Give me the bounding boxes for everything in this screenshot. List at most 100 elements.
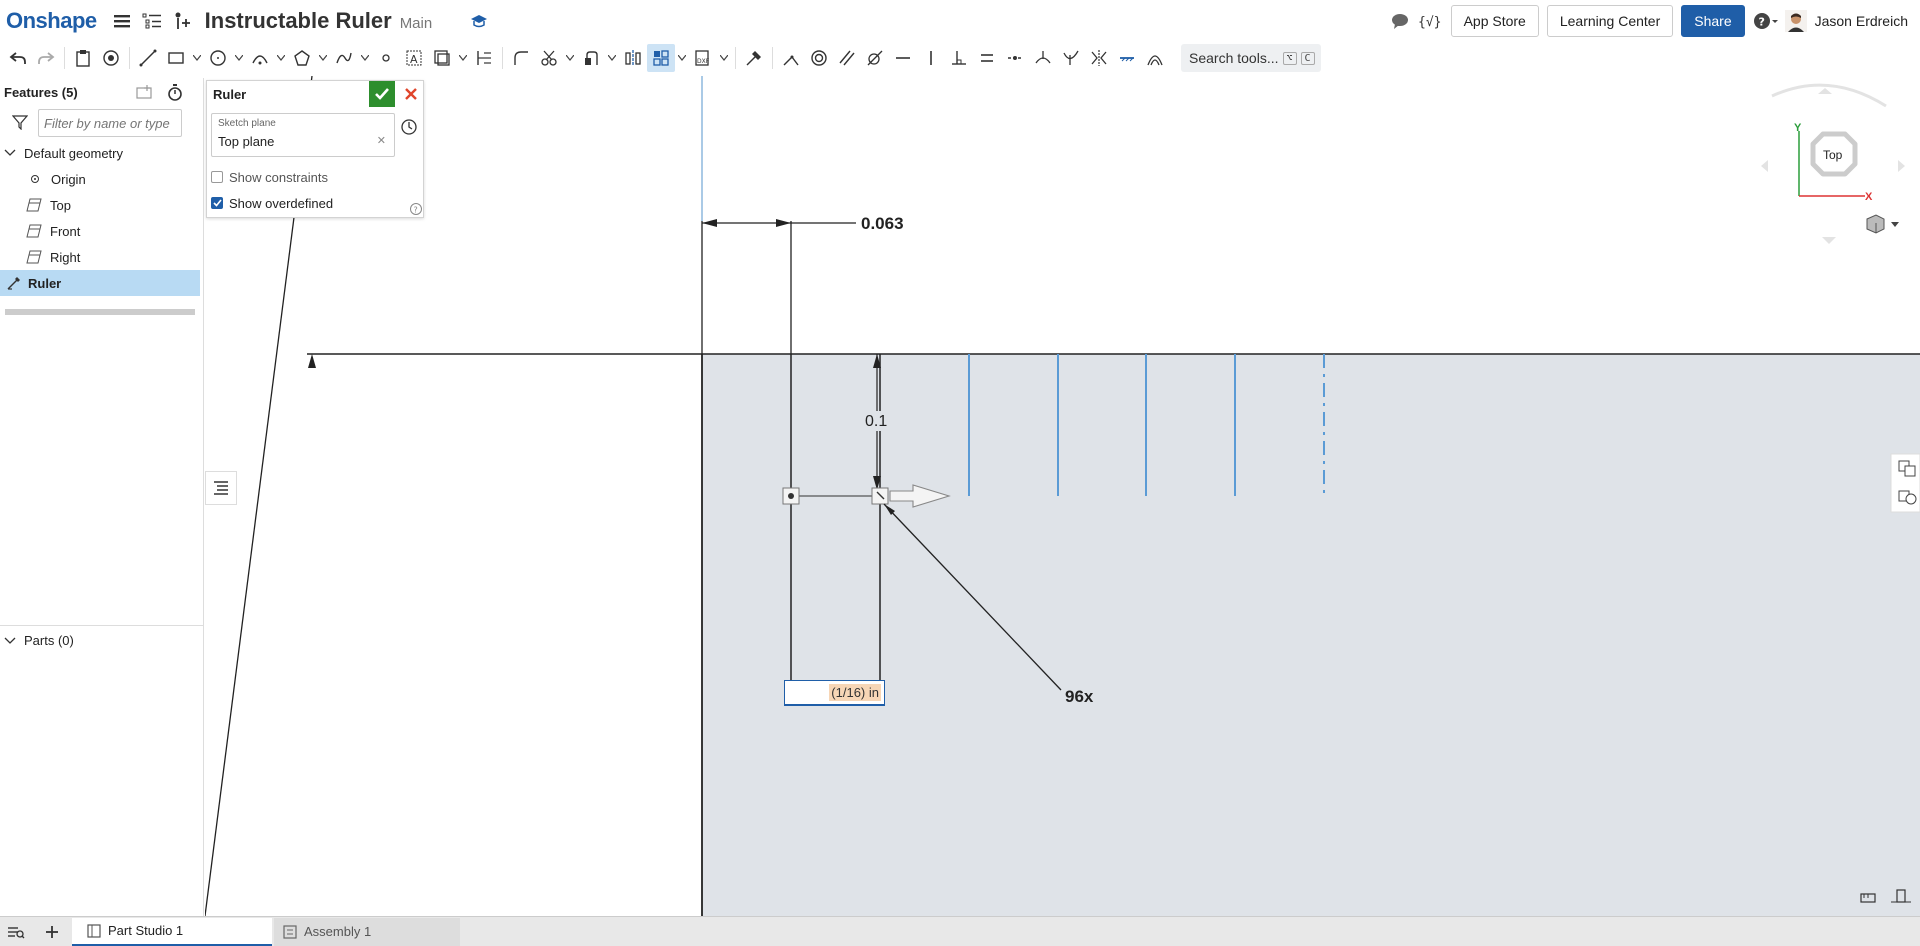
view-cube-label[interactable]: Top [1823,148,1843,162]
redo-icon[interactable] [32,44,60,72]
add-tab-icon[interactable] [32,918,72,946]
arc-tool-icon[interactable] [246,44,274,72]
tree-item-default-geometry[interactable]: Default geometry [0,140,203,166]
parallel-constraint-icon[interactable] [833,44,861,72]
help-icon[interactable]: ? [410,203,422,218]
rollback-timer-icon[interactable] [167,84,183,104]
tab-part-studio-1[interactable]: Part Studio 1 [72,917,272,946]
perpendicular-constraint-icon[interactable] [945,44,973,72]
pattern-count-label[interactable]: 96x [1065,687,1094,706]
avatar[interactable] [1783,8,1809,34]
sketch-viewport[interactable]: 0.063 0.1 96x Y X Top [205,76,1920,916]
tangent-constraint-icon[interactable] [861,44,889,72]
cancel-button[interactable] [399,81,423,107]
chevron-down-icon[interactable] [274,44,288,72]
view-rotate-arrow[interactable] [1818,88,1832,94]
text-tool-icon[interactable]: A [400,44,428,72]
user-name[interactable]: Jason Erdreich [1815,13,1908,29]
chevron-down-icon[interactable] [232,44,246,72]
chevron-down-icon[interactable] [316,44,330,72]
chevron-down-icon[interactable] [190,44,204,72]
offset-tool-icon[interactable] [428,44,456,72]
pierce-constraint-icon[interactable] [1057,44,1085,72]
show-overdefined-checkbox[interactable] [211,197,223,209]
document-title[interactable]: Instructable Ruler [205,8,392,34]
chevron-down-icon[interactable] [4,148,16,158]
concentric-constraint-icon[interactable] [805,44,833,72]
filter-icon[interactable] [11,114,29,133]
undo-icon[interactable] [4,44,32,72]
view-rotate-arc[interactable] [1771,83,1887,108]
linear-pattern-tool-icon[interactable] [647,44,675,72]
help-icon[interactable]: ? [1753,8,1779,34]
dimension-vertical-label[interactable]: 0.1 [865,413,887,430]
trim-tool-icon[interactable] [535,44,563,72]
learning-center-button[interactable]: Learning Center [1546,5,1674,37]
point-tool-icon[interactable] [372,44,400,72]
dimension-horizontal-label[interactable]: 0.063 [861,214,904,233]
branch-label[interactable]: Main [400,15,433,32]
symmetric-constraint-icon[interactable] [1085,44,1113,72]
chevron-down-icon[interactable] [605,44,619,72]
tree-item-top[interactable]: Top [0,192,203,218]
circle-tool-icon[interactable] [204,44,232,72]
fillet-tool-icon[interactable] [507,44,535,72]
comment-icon[interactable] [1387,8,1413,34]
sketch-plane-field[interactable]: Sketch plane Top plane ✕ [211,113,395,157]
curvature-constraint-icon[interactable] [1141,44,1169,72]
dxf-import-icon[interactable]: DXF [689,44,717,72]
chevron-down-icon[interactable] [1891,222,1899,227]
rollback-bar[interactable] [5,309,195,315]
show-overdefined-row[interactable]: Show overdefined [211,194,333,212]
search-tools-input[interactable]: Search tools... ⌥ C [1181,44,1321,72]
feature-list-toggle[interactable] [205,471,237,505]
feature-list-icon[interactable] [139,8,165,34]
use-tool-icon[interactable] [577,44,605,72]
graduation-cap-icon[interactable] [466,8,492,34]
app-store-button[interactable]: App Store [1450,5,1539,37]
clipboard-icon[interactable] [69,44,97,72]
midpoint-constraint-icon[interactable] [1001,44,1029,72]
coincident-constraint-icon[interactable] [777,44,805,72]
tree-item-origin[interactable]: Origin [0,166,203,192]
share-button[interactable]: Share [1681,5,1745,37]
rectangle-tool-icon[interactable] [162,44,190,72]
chevron-down-icon[interactable] [358,44,372,72]
equal-constraint-icon[interactable] [973,44,1001,72]
menu-icon[interactable] [109,8,135,34]
chevron-down-icon[interactable] [675,44,689,72]
tab-manager-icon[interactable] [0,918,32,946]
chevron-down-icon[interactable] [456,44,470,72]
view-rotate-arrow[interactable] [1761,160,1768,172]
chevron-down-icon[interactable] [4,636,16,646]
fix-constraint-icon[interactable] [1113,44,1141,72]
dimension-tool-icon[interactable] [470,44,498,72]
vertical-constraint-icon[interactable] [917,44,945,72]
normal-constraint-icon[interactable] [1029,44,1057,72]
tree-item-front[interactable]: Front [0,218,203,244]
horizontal-constraint-icon[interactable] [889,44,917,72]
view-rotate-arrow[interactable] [1898,160,1905,172]
pattern-handle[interactable] [871,487,889,505]
graphics-canvas[interactable]: 0.063 0.1 96x Y X Top (1/16) in [205,76,1920,916]
clear-icon[interactable]: ✕ [377,134,386,147]
add-folder-icon[interactable] [136,85,154,102]
dialog-title[interactable]: Ruler [213,87,246,102]
sketch-settings-icon[interactable] [97,44,125,72]
show-constraints-row[interactable]: Show constraints [211,168,328,186]
spline-tool-icon[interactable] [330,44,358,72]
chevron-down-icon[interactable] [717,44,731,72]
construction-tool-icon[interactable] [740,44,768,72]
view-mode-icon[interactable] [1866,214,1899,234]
mirror-tool-icon[interactable] [619,44,647,72]
tree-item-ruler[interactable]: Ruler [0,270,200,296]
variables-icon[interactable]: {√} [1417,8,1443,34]
show-constraints-checkbox[interactable] [211,171,223,183]
sketch-point[interactable] [788,493,794,499]
filter-input[interactable] [38,109,182,137]
parts-header[interactable]: Parts (0) [0,625,204,655]
polygon-tool-icon[interactable] [288,44,316,72]
dimension-value-input[interactable]: (1/16) in [784,680,885,706]
view-rotate-arrow[interactable] [1822,237,1836,244]
line-tool-icon[interactable] [134,44,162,72]
